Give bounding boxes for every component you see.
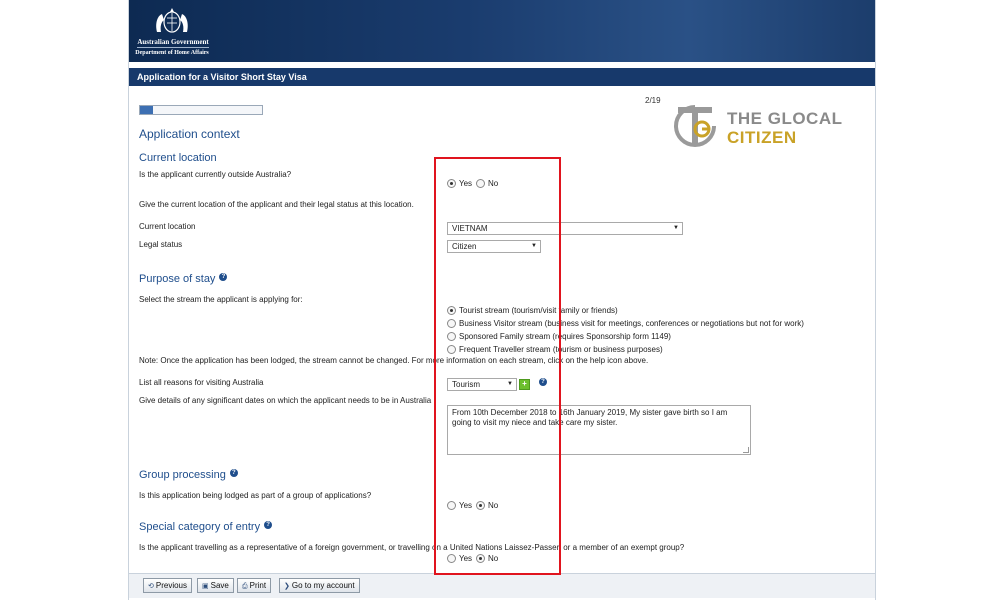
stream-question: Select the stream the applicant is apply…: [139, 295, 303, 304]
header-divider: [137, 47, 209, 48]
progress-bar: [139, 105, 263, 115]
current-location-label: Current location: [139, 222, 196, 231]
page-title: Application context: [139, 127, 240, 141]
logo-text-line2: CITIZEN: [727, 128, 797, 147]
button-label: Go to my account: [291, 581, 355, 590]
group-heading: Group processing?: [139, 469, 238, 481]
outside-australia-question: Is the applicant currently outside Austr…: [139, 170, 292, 179]
legal-status-label: Legal status: [139, 240, 183, 249]
stream-note: Note: Once the application has been lodg…: [139, 356, 649, 365]
form-title-bar: Application for a Visitor Short Stay Vis…: [129, 68, 875, 86]
reasons-label: List all reasons for visiting Australia: [139, 378, 264, 387]
location-instruction: Give the current location of the applica…: [139, 200, 414, 209]
glocal-citizen-logo: THE GLOCAL CITIZEN: [672, 103, 872, 153]
progress-fill: [140, 106, 153, 114]
special-heading-text: Special category of entry: [139, 521, 261, 533]
group-question: Is this application being lodged as part…: [139, 491, 372, 500]
chevron-right-icon: ❯: [284, 583, 290, 590]
save-button[interactable]: ▣ Save: [197, 578, 234, 593]
button-label: Save: [210, 581, 229, 590]
highlight-box: [434, 157, 561, 575]
button-label: Previous: [155, 581, 187, 590]
logo-text-line1: THE GLOCAL: [727, 109, 843, 128]
page-counter: 2/19: [645, 96, 661, 105]
glocal-logo-icon: [674, 105, 716, 147]
printer-icon: ⎙: [242, 583, 248, 590]
help-icon[interactable]: ?: [219, 273, 228, 281]
purpose-heading-text: Purpose of stay: [139, 273, 216, 285]
help-icon[interactable]: ?: [264, 521, 273, 529]
special-heading: Special category of entry?: [139, 521, 273, 533]
resize-handle-icon[interactable]: [743, 447, 749, 453]
print-button[interactable]: ⎙ Print: [237, 578, 272, 593]
dates-label: Give details of any significant dates on…: [139, 396, 432, 405]
coat-of-arms-icon: [156, 8, 188, 33]
page-header: Australian Government Department of Home…: [129, 0, 875, 62]
previous-button[interactable]: ⟲ Previous: [143, 578, 192, 593]
purpose-heading: Purpose of stay?: [139, 273, 228, 285]
department-name: Department of Home Affairs: [135, 50, 209, 56]
special-question: Is the applicant travelling as a represe…: [139, 543, 685, 552]
arrow-left-icon: ⟲: [148, 583, 154, 590]
group-heading-text: Group processing: [139, 469, 226, 481]
button-label: Print: [249, 581, 267, 590]
government-name: Australian Government: [137, 38, 209, 46]
bottom-toolbar: ⟲ Previous ▣ Save ⎙ Print ❯ Go to my account: [129, 573, 875, 598]
chevron-down-icon: ▼: [673, 225, 679, 231]
account-button[interactable]: ❯ Go to my account: [279, 578, 360, 593]
help-icon[interactable]: ?: [229, 469, 238, 477]
current-location-heading: Current location: [139, 152, 217, 164]
floppy-disk-icon: ▣: [202, 583, 209, 590]
